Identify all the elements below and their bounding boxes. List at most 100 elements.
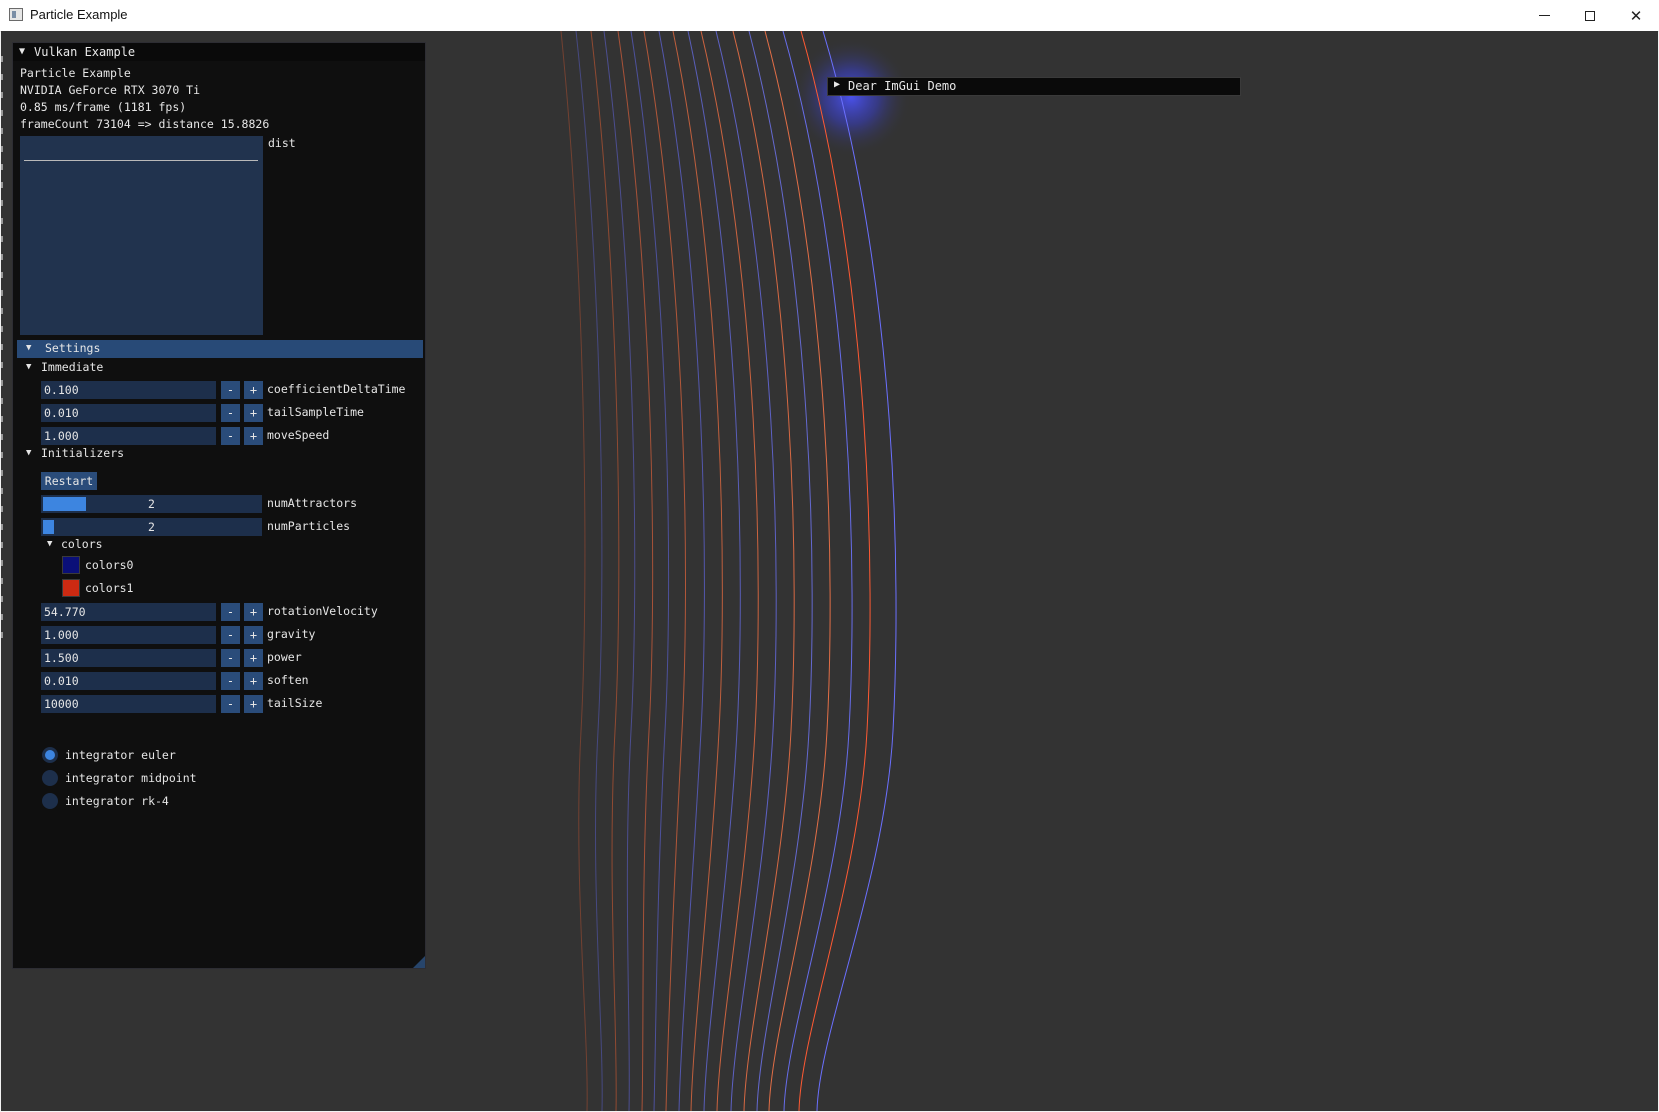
colors-collapse-icon: ▼ [47, 539, 53, 549]
coefficient-delta-time-input[interactable]: 0.100 [41, 381, 216, 399]
move-speed-input[interactable]: 1.000 [41, 427, 216, 445]
rotation-velocity-label: rotationVelocity [267, 604, 378, 618]
edge-tick [1, 632, 3, 638]
maximize-button[interactable] [1567, 0, 1613, 31]
particle-trail [764, 31, 831, 1111]
minimize-icon [1538, 15, 1550, 16]
edge-tick [1, 182, 3, 188]
edge-tick [1, 470, 3, 476]
soften-input[interactable]: 0.010 [41, 672, 216, 690]
power-value: 1.500 [44, 651, 79, 665]
num-particles-slider[interactable]: 2 [41, 518, 262, 536]
colors0-label: colors0 [85, 558, 134, 572]
edge-tick [1, 236, 3, 242]
tail-size-decrement-button[interactable]: - [221, 695, 240, 713]
edge-tick [1, 308, 3, 314]
power-decrement-button[interactable]: - [221, 649, 240, 667]
edge-tick [1, 578, 3, 584]
edge-tick [1, 254, 3, 260]
particle-trail [715, 31, 777, 1111]
num-attractors-label: numAttractors [267, 496, 358, 510]
coefficient-delta-time-decrement-button[interactable]: - [221, 381, 240, 399]
coefficient-delta-time-increment-button[interactable]: + [244, 381, 263, 399]
frame-time-text: 0.85 ms/frame (1181 fps) [20, 100, 187, 114]
num-attractors-slider[interactable]: 2 [41, 495, 262, 513]
tail-sample-time-increment-button[interactable]: + [244, 404, 263, 422]
particle-trail [643, 31, 686, 1111]
edge-tick [1, 344, 3, 350]
render-viewport[interactable]: ▼ Vulkan Example Particle Example NVIDIA… [1, 31, 1658, 1111]
edge-tick [1, 110, 3, 116]
integrator-rk4-radio[interactable] [42, 793, 58, 809]
colors0-swatch[interactable] [62, 556, 80, 574]
colors1-swatch[interactable] [62, 579, 80, 597]
settings-header[interactable]: ▼ Settings [17, 340, 423, 358]
move-speed-value: 1.000 [44, 429, 79, 443]
edge-tick [1, 596, 3, 602]
power-input[interactable]: 1.500 [41, 649, 216, 667]
edge-tick [1, 92, 3, 98]
window-titlebar[interactable]: Particle Example ✕ [0, 0, 1659, 32]
move-speed-label: moveSpeed [267, 428, 330, 442]
resize-grip[interactable] [413, 956, 425, 968]
move-speed-decrement-button[interactable]: - [221, 427, 240, 445]
tail-sample-time-decrement-button[interactable]: - [221, 404, 240, 422]
rotation-velocity-input[interactable]: 54.770 [41, 603, 216, 621]
dist-plot[interactable] [20, 136, 263, 335]
expand-triangle-icon[interactable]: ▶ [834, 79, 840, 90]
soften-decrement-button[interactable]: - [221, 672, 240, 690]
edge-tick [1, 398, 3, 404]
tail-size-input[interactable]: 10000 [41, 695, 216, 713]
vulkan-example-titlebar[interactable]: ▼ Vulkan Example [13, 43, 425, 61]
gravity-decrement-button[interactable]: - [221, 626, 240, 644]
colors1-label: colors1 [85, 581, 134, 595]
tail-sample-time-input[interactable]: 0.010 [41, 404, 216, 422]
edge-tick [1, 362, 3, 368]
restart-button[interactable]: Restart [41, 472, 97, 490]
edge-tick [1, 146, 3, 152]
soften-label: soften [267, 673, 309, 687]
particle-trail [590, 31, 620, 1111]
num-attractors-value: 2 [148, 497, 155, 511]
maximize-icon [1585, 10, 1595, 21]
initializers-label: Initializers [41, 446, 125, 460]
integrator-euler-radio[interactable] [42, 747, 58, 763]
gravity-input[interactable]: 1.000 [41, 626, 216, 644]
gravity-increment-button[interactable]: + [244, 626, 263, 644]
power-label: power [267, 650, 302, 664]
tail-size-increment-button[interactable]: + [244, 695, 263, 713]
imgui-demo-window[interactable]: ▶ Dear ImGui Demo [827, 77, 1241, 96]
edge-tick [1, 524, 3, 530]
particle-trail [798, 31, 871, 1111]
power-increment-button[interactable]: + [244, 649, 263, 667]
integrator-euler-label: integrator euler [65, 748, 176, 762]
colors-label: colors [61, 537, 103, 551]
close-button[interactable]: ✕ [1613, 0, 1659, 31]
num-particles-label: numParticles [267, 519, 351, 533]
edge-tick [1, 74, 3, 80]
os-window: Particle Example ✕ ▼ Vulkan Example Part… [0, 0, 1659, 1112]
rotation-velocity-decrement-button[interactable]: - [221, 603, 240, 621]
coefficient-delta-time-label: coefficientDeltaTime [267, 382, 406, 396]
rotation-velocity-value: 54.770 [44, 605, 86, 619]
move-speed-increment-button[interactable]: + [244, 427, 263, 445]
collapse-triangle-icon[interactable]: ▼ [19, 43, 25, 61]
rotation-velocity-increment-button[interactable]: + [244, 603, 263, 621]
edge-tick [1, 542, 3, 548]
settings-collapse-icon: ▼ [26, 343, 32, 353]
dist-plot-line [24, 160, 258, 161]
close-icon: ✕ [1629, 6, 1643, 25]
gravity-label: gravity [267, 627, 316, 641]
vulkan-example-title: Vulkan Example [34, 45, 136, 59]
particle-trail [560, 31, 588, 1111]
integrator-rk4-label: integrator rk-4 [65, 794, 169, 808]
soften-value: 0.010 [44, 674, 79, 688]
edge-tick [1, 488, 3, 494]
tail-sample-time-label: tailSampleTime [267, 405, 364, 419]
edge-tick [1, 218, 3, 224]
minimize-button[interactable] [1521, 0, 1567, 31]
dist-plot-label: dist [268, 136, 296, 150]
soften-increment-button[interactable]: + [244, 672, 263, 690]
particle-trail [816, 31, 897, 1111]
integrator-midpoint-radio[interactable] [42, 770, 58, 786]
